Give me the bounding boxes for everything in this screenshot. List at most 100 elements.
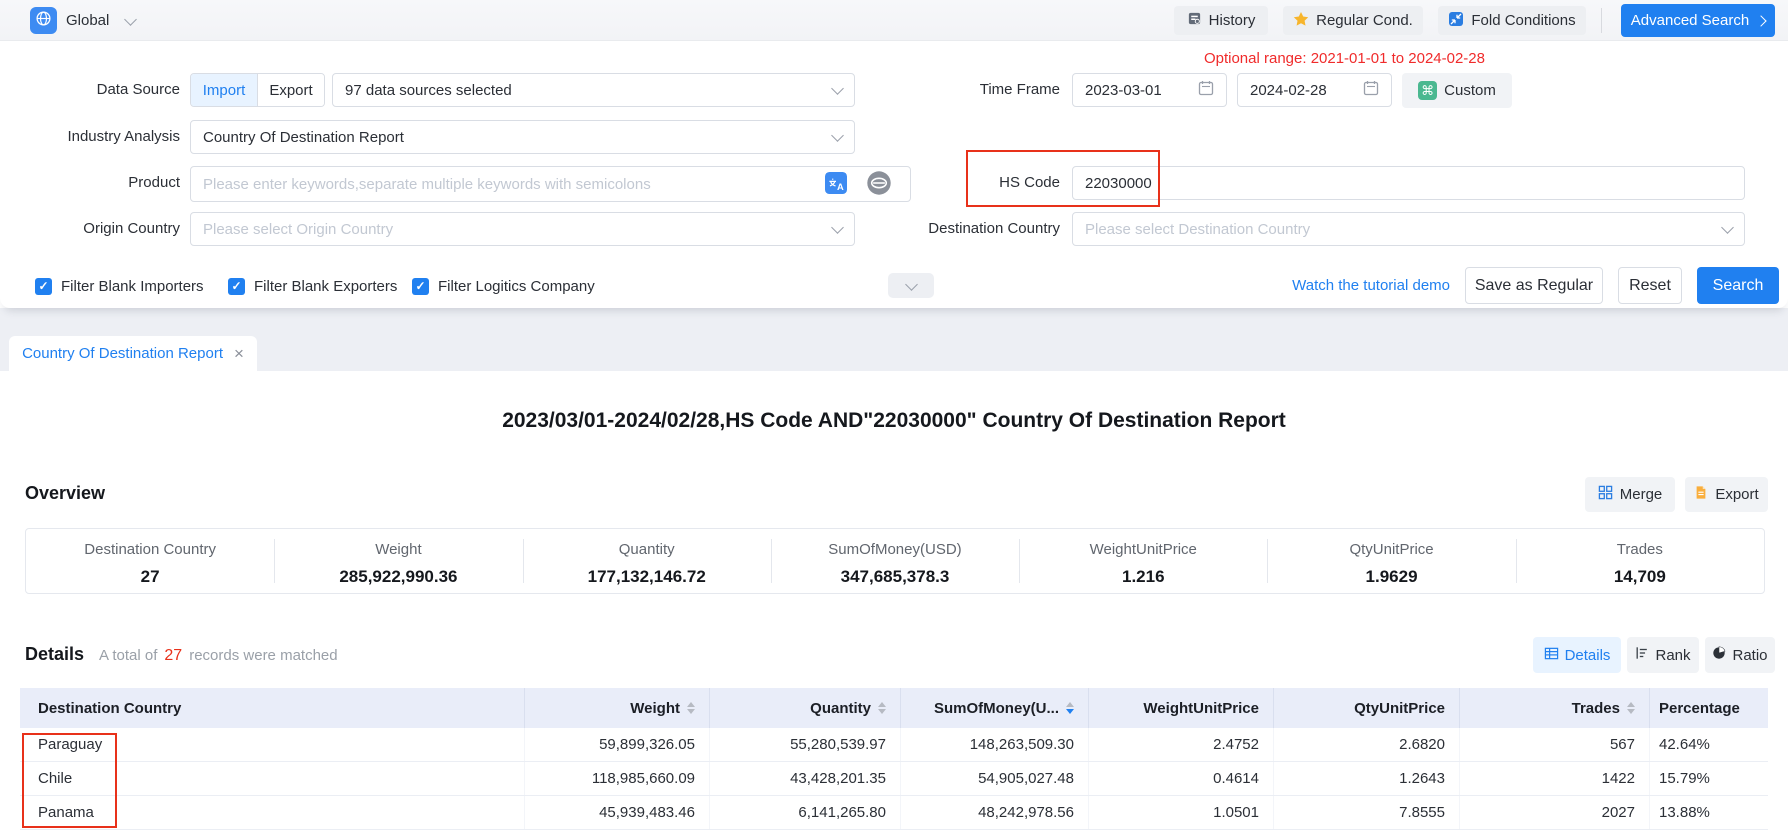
col-quantity[interactable]: Quantity xyxy=(710,688,901,728)
cell-quantity: 55,280,539.97 xyxy=(710,728,901,761)
chevron-down-icon xyxy=(905,278,918,291)
cell-sum-of-money: 148,263,509.30 xyxy=(901,728,1089,761)
view-ratio-button[interactable]: Ratio xyxy=(1705,637,1775,673)
col-percentage[interactable]: Percentage xyxy=(1650,688,1768,728)
cell-trades: 2027 xyxy=(1460,796,1650,829)
cell-country[interactable]: Panama xyxy=(20,796,525,829)
sort-icon[interactable] xyxy=(1627,702,1635,714)
tab-label: Country Of Destination Report xyxy=(22,345,223,362)
reset-button[interactable]: Reset xyxy=(1618,267,1682,304)
view-details-button[interactable]: Details xyxy=(1533,637,1621,673)
tutorial-link[interactable]: Watch the tutorial demo xyxy=(1270,277,1450,294)
filter-blank-exporters-checkbox[interactable]: Filter Blank Exporters xyxy=(228,269,397,303)
view-details-label: Details xyxy=(1565,647,1611,664)
col-sum-of-money[interactable]: SumOfMoney(U... xyxy=(901,688,1089,728)
stat-trades: Trades 14,709 xyxy=(1516,529,1764,593)
search-button[interactable]: Search xyxy=(1697,267,1779,304)
stat-quantity: Quantity 177,132,146.72 xyxy=(523,529,771,593)
cell-percentage: 15.79% xyxy=(1650,762,1768,795)
rank-icon xyxy=(1635,646,1649,664)
save-as-regular-button[interactable]: Save as Regular xyxy=(1465,267,1603,304)
col-weight-unit-price[interactable]: WeightUnitPrice xyxy=(1089,688,1274,728)
hs-code-input[interactable] xyxy=(1072,166,1745,200)
details-heading: Details xyxy=(25,644,84,665)
tab-country-of-destination-report[interactable]: Country Of Destination Report xyxy=(9,336,257,371)
custom-command-icon xyxy=(1418,81,1437,100)
optional-range-text: Optional range: 2021-01-01 to 2024-02-28 xyxy=(955,50,1485,67)
chevron-down-icon[interactable] xyxy=(124,13,137,26)
advanced-search-button[interactable]: Advanced Search xyxy=(1621,4,1775,37)
search-form-panel: Optional range: 2021-01-01 to 2024-02-28… xyxy=(0,41,1788,308)
cell-weight: 45,939,483.46 xyxy=(525,796,710,829)
sort-icon[interactable] xyxy=(878,702,886,714)
col-destination-country[interactable]: Destination Country xyxy=(20,688,525,728)
start-date-field[interactable]: 2023-03-01 xyxy=(1072,73,1227,107)
overview-stats-card: Destination Country 27 Weight 285,922,99… xyxy=(25,528,1765,594)
merge-label: Merge xyxy=(1620,486,1663,503)
stat-value: 347,685,378.3 xyxy=(771,567,1019,587)
calendar-icon xyxy=(1363,80,1379,100)
table-row-panama[interactable]: Panama 45,939,483.46 6,141,265.80 48,242… xyxy=(20,796,1768,830)
cell-percentage: 13.88% xyxy=(1650,796,1768,829)
export-file-icon xyxy=(1694,485,1708,504)
industry-analysis-select[interactable]: Country Of Destination Report xyxy=(190,120,855,154)
cell-qty-unit-price: 7.8555 xyxy=(1274,796,1460,829)
chevron-down-icon xyxy=(831,221,844,234)
cell-country[interactable]: Chile xyxy=(20,762,525,795)
cell-weight-unit-price: 2.4752 xyxy=(1089,728,1274,761)
global-region-chip[interactable] xyxy=(30,7,57,34)
time-frame-label: Time Frame xyxy=(880,73,1060,107)
column-label: Weight xyxy=(630,700,680,717)
cell-percentage: 42.64% xyxy=(1650,728,1768,761)
pie-chart-icon xyxy=(1712,646,1726,664)
regular-cond-button[interactable]: Regular Cond. xyxy=(1283,6,1423,35)
import-toggle[interactable]: Import xyxy=(191,74,257,106)
stat-label: SumOfMoney(USD) xyxy=(771,541,1019,558)
checkbox-checked-icon xyxy=(35,278,52,295)
data-source-toggle: Import Export xyxy=(190,73,325,107)
column-label: Percentage xyxy=(1659,700,1740,717)
history-button[interactable]: History xyxy=(1174,6,1268,35)
data-sources-select[interactable]: 97 data sources selected xyxy=(332,73,855,107)
view-rank-button[interactable]: Rank xyxy=(1627,637,1699,673)
destination-country-select[interactable]: Please select Destination Country xyxy=(1072,212,1745,246)
region-selector-label[interactable]: Global xyxy=(66,0,109,41)
sort-desc-active-icon[interactable] xyxy=(1066,702,1074,714)
col-weight[interactable]: Weight xyxy=(525,688,710,728)
filter-logitics-company-checkbox[interactable]: Filter Logitics Company xyxy=(412,269,595,303)
sort-icon[interactable] xyxy=(687,702,695,714)
cell-weight-unit-price: 1.0501 xyxy=(1089,796,1274,829)
export-toggle[interactable]: Export xyxy=(257,74,324,106)
product-label: Product xyxy=(0,166,180,200)
cell-sum-of-money: 54,905,027.48 xyxy=(901,762,1089,795)
collapse-form-button[interactable] xyxy=(888,273,934,298)
custom-range-button[interactable]: Custom xyxy=(1402,73,1512,108)
end-date-field[interactable]: 2024-02-28 xyxy=(1237,73,1392,107)
stat-value: 1.9629 xyxy=(1267,567,1515,587)
checkbox-checked-icon xyxy=(412,278,429,295)
export-button[interactable]: Export xyxy=(1685,477,1768,512)
col-qty-unit-price[interactable]: QtyUnitPrice xyxy=(1274,688,1460,728)
checkbox-label: Filter Blank Exporters xyxy=(254,278,397,295)
calendar-icon xyxy=(1198,80,1214,100)
cell-trades: 1422 xyxy=(1460,762,1650,795)
cell-country[interactable]: Paraguay xyxy=(20,728,525,761)
cell-weight-unit-price: 0.4614 xyxy=(1089,762,1274,795)
chevron-down-icon xyxy=(831,82,844,95)
origin-country-select[interactable]: Please select Origin Country xyxy=(190,212,855,246)
stat-qty-unit-price: QtyUnitPrice 1.9629 xyxy=(1267,529,1515,593)
merge-button[interactable]: Merge xyxy=(1585,477,1675,512)
column-label: Trades xyxy=(1572,700,1620,717)
translate-icon[interactable]: A xyxy=(825,172,847,199)
total-prefix: A total of xyxy=(99,647,157,664)
fold-conditions-button[interactable]: Fold Conditions xyxy=(1438,6,1586,35)
column-label: WeightUnitPrice xyxy=(1143,700,1259,717)
close-icon[interactable] xyxy=(234,345,244,362)
table-row-paraguay[interactable]: Paraguay 59,899,326.05 55,280,539.97 148… xyxy=(20,728,1768,762)
table-row-chile[interactable]: Chile 118,985,660.09 43,428,201.35 54,90… xyxy=(20,762,1768,796)
product-input[interactable] xyxy=(190,166,911,202)
filter-blank-importers-checkbox[interactable]: Filter Blank Importers xyxy=(35,269,204,303)
column-label: Quantity xyxy=(810,700,871,717)
col-trades[interactable]: Trades xyxy=(1460,688,1650,728)
advanced-search-label: Advanced Search xyxy=(1631,12,1749,29)
